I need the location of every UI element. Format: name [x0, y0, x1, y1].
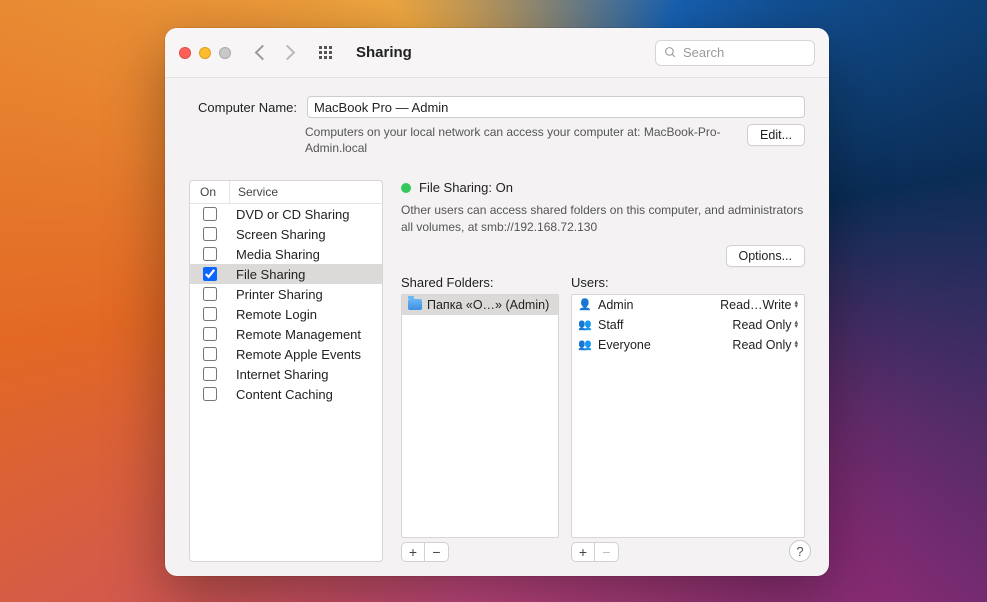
permission-stepper[interactable]: Read Only▴▾ — [732, 318, 798, 332]
service-name: Screen Sharing — [230, 227, 382, 242]
service-row[interactable]: Remote Management — [190, 324, 382, 344]
status-dot-icon — [401, 183, 411, 193]
service-checkbox[interactable] — [203, 367, 217, 381]
window-controls — [179, 47, 231, 59]
service-name: File Sharing — [230, 267, 382, 282]
computer-name-hint: Computers on your local network can acce… — [305, 124, 747, 156]
minimize-icon[interactable] — [199, 47, 211, 59]
stepper-icon: ▴▾ — [794, 321, 798, 329]
service-checkbox[interactable] — [203, 247, 217, 261]
service-name: Media Sharing — [230, 247, 382, 262]
computer-name-label: Computer Name: — [189, 100, 297, 115]
stepper-icon: ▴▾ — [794, 301, 798, 309]
shared-folders-list[interactable]: Папка «О…» (Admin) — [401, 294, 559, 538]
close-icon[interactable] — [179, 47, 191, 59]
services-header-service: Service — [230, 181, 382, 203]
service-name: Internet Sharing — [230, 367, 382, 382]
service-detail: File Sharing: On Other users can access … — [401, 180, 805, 562]
titlebar: Sharing Search — [165, 28, 829, 78]
status-title: File Sharing: On — [419, 180, 513, 195]
remove-user-button[interactable]: − — [595, 542, 619, 562]
search-placeholder: Search — [683, 45, 724, 60]
help-button[interactable]: ? — [789, 540, 811, 562]
add-user-button[interactable]: + — [571, 542, 595, 562]
show-all-icon[interactable] — [319, 46, 332, 59]
edit-button[interactable]: Edit... — [747, 124, 805, 146]
group-icon: 👥 — [578, 338, 592, 351]
search-input[interactable]: Search — [655, 40, 815, 66]
service-checkbox[interactable] — [203, 287, 217, 301]
service-checkbox[interactable] — [203, 387, 217, 401]
zoom-icon[interactable] — [219, 47, 231, 59]
user-row[interactable]: 👥 Staff Read Only▴▾ — [572, 315, 804, 335]
user-name: Admin — [598, 298, 633, 312]
service-name: Remote Management — [230, 327, 382, 342]
users-list[interactable]: 👤 Admin Read…Write▴▾ 👥 Staff Read Only▴▾ 👥 Ever… — [571, 294, 805, 538]
user-name: Staff — [598, 318, 623, 332]
user-row[interactable]: 👤 Admin Read…Write▴▾ — [572, 295, 804, 315]
service-row[interactable]: Screen Sharing — [190, 224, 382, 244]
folder-row[interactable]: Папка «О…» (Admin) — [402, 295, 558, 315]
user-name: Everyone — [598, 338, 651, 352]
remove-folder-button[interactable]: − — [425, 542, 449, 562]
service-row[interactable]: Remote Login — [190, 304, 382, 324]
add-folder-button[interactable]: + — [401, 542, 425, 562]
stepper-icon: ▴▾ — [794, 341, 798, 349]
sharing-preferences-window: Sharing Search Computer Name: Computers … — [165, 28, 829, 576]
person-icon: 👤 — [578, 298, 592, 311]
folder-name: Папка «О…» (Admin) — [427, 298, 549, 312]
service-row[interactable]: DVD or CD Sharing — [190, 204, 382, 224]
service-name: DVD or CD Sharing — [230, 207, 382, 222]
users-label: Users: — [571, 275, 805, 290]
service-name: Remote Apple Events — [230, 347, 382, 362]
content-area: Computer Name: Computers on your local n… — [165, 78, 829, 576]
folder-icon — [408, 299, 422, 310]
search-icon — [664, 46, 677, 59]
options-button[interactable]: Options... — [726, 245, 806, 267]
service-checkbox[interactable] — [203, 347, 217, 361]
service-name: Remote Login — [230, 307, 382, 322]
user-row[interactable]: 👥 Everyone Read Only▴▾ — [572, 335, 804, 355]
service-checkbox[interactable] — [203, 227, 217, 241]
service-row[interactable]: Remote Apple Events — [190, 344, 382, 364]
window-title: Sharing — [356, 44, 412, 61]
nav-arrows — [257, 47, 293, 58]
service-checkbox[interactable] — [203, 307, 217, 321]
computer-name-input[interactable] — [307, 96, 805, 118]
service-checkbox[interactable] — [203, 267, 217, 281]
service-row[interactable]: Content Caching — [190, 384, 382, 404]
service-name: Printer Sharing — [230, 287, 382, 302]
back-icon[interactable] — [255, 45, 271, 61]
permission-stepper[interactable]: Read…Write▴▾ — [720, 298, 798, 312]
service-name: Content Caching — [230, 387, 382, 402]
status-description: Other users can access shared folders on… — [401, 202, 805, 234]
services-header-on: On — [190, 181, 230, 203]
service-checkbox[interactable] — [203, 327, 217, 341]
service-row[interactable]: Printer Sharing — [190, 284, 382, 304]
service-row[interactable]: File Sharing — [190, 264, 382, 284]
service-row[interactable]: Internet Sharing — [190, 364, 382, 384]
shared-folders-label: Shared Folders: — [401, 275, 559, 290]
permission-stepper[interactable]: Read Only▴▾ — [732, 338, 798, 352]
forward-icon[interactable] — [280, 45, 296, 61]
group-icon: 👥 — [578, 318, 592, 331]
services-table: On Service DVD or CD Sharing Screen Shari… — [189, 180, 383, 562]
service-row[interactable]: Media Sharing — [190, 244, 382, 264]
service-checkbox[interactable] — [203, 207, 217, 221]
